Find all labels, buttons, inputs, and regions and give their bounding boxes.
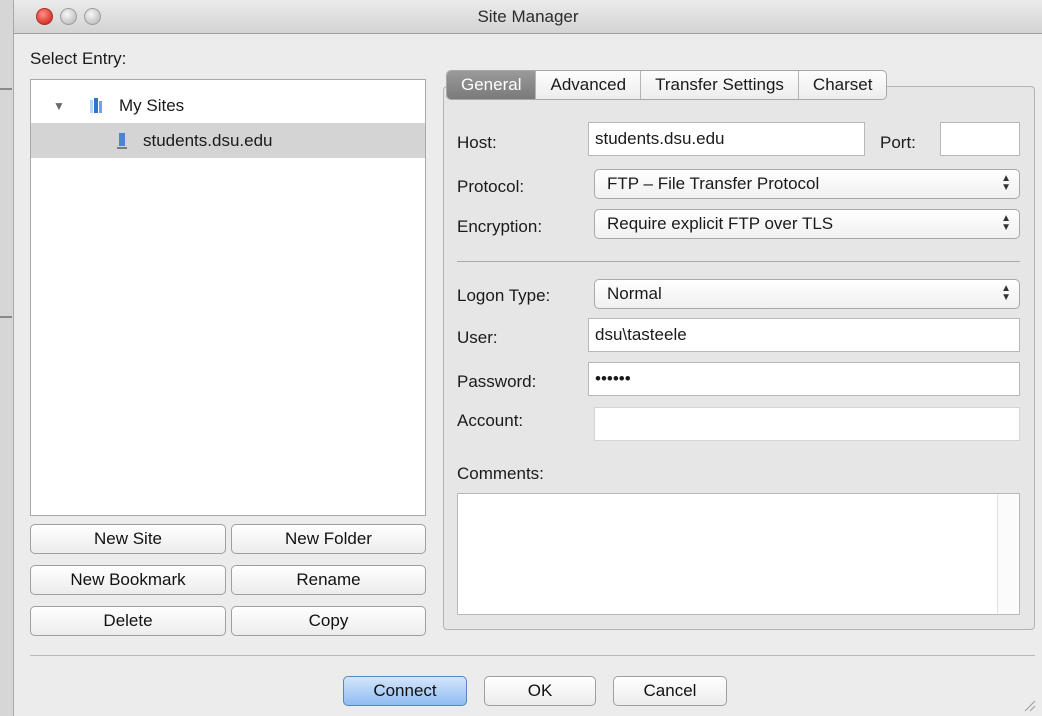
select-entry-label: Select Entry:	[30, 49, 127, 68]
edge-mark	[0, 316, 12, 318]
new-folder-button[interactable]: New Folder	[231, 524, 426, 554]
tab-general[interactable]: General	[447, 71, 537, 99]
disclosure-triangle-icon[interactable]: ▼	[53, 99, 65, 113]
tree-item-site[interactable]: students.dsu.edu	[31, 123, 425, 158]
footer-divider	[30, 655, 1035, 656]
account-label: Account:	[457, 411, 524, 430]
host-field[interactable]: students.dsu.edu	[588, 122, 865, 156]
copy-button[interactable]: Copy	[231, 606, 426, 636]
encryption-label: Encryption:	[457, 217, 543, 236]
tree-item-label: students.dsu.edu	[143, 130, 273, 150]
sites-folder-icon	[90, 97, 102, 113]
logon-type-select[interactable]: Normal ▲ ▼	[594, 279, 1020, 309]
comments-label: Comments:	[457, 464, 544, 483]
tab-bar: General Advanced Transfer Settings Chars…	[446, 70, 888, 100]
protocol-value: FTP – File Transfer Protocol	[607, 174, 820, 193]
comments-textarea[interactable]	[457, 493, 1020, 615]
select-arrows-icon: ▲ ▼	[1001, 283, 1011, 303]
edge-mark	[0, 88, 12, 90]
protocol-select[interactable]: FTP – File Transfer Protocol ▲ ▼	[594, 169, 1020, 199]
background-window-edge	[0, 0, 14, 716]
protocol-label: Protocol:	[457, 177, 525, 196]
logon-type-label: Logon Type:	[457, 286, 551, 305]
host-label: Host:	[457, 133, 497, 152]
password-label: Password:	[457, 372, 537, 391]
title-bar[interactable]: Site Manager	[14, 0, 1042, 34]
port-label: Port:	[880, 133, 916, 152]
user-field[interactable]: dsu\tasteele	[588, 318, 1020, 352]
site-icon	[117, 132, 127, 149]
user-label: User:	[457, 328, 498, 347]
delete-button[interactable]: Delete	[30, 606, 226, 636]
logon-type-value: Normal	[607, 284, 662, 303]
port-field[interactable]	[940, 122, 1020, 156]
encryption-select[interactable]: Require explicit FTP over TLS ▲ ▼	[594, 209, 1020, 239]
encryption-value: Require explicit FTP over TLS	[607, 214, 834, 233]
tab-charset[interactable]: Charset	[799, 71, 887, 99]
select-arrows-icon: ▲ ▼	[1001, 173, 1011, 193]
tree-root-label: My Sites	[119, 95, 185, 115]
account-field[interactable]	[594, 407, 1020, 441]
select-arrows-icon: ▲ ▼	[1001, 213, 1011, 233]
cancel-button[interactable]: Cancel	[613, 676, 727, 706]
resize-grip-icon[interactable]	[1022, 698, 1036, 712]
rename-button[interactable]: Rename	[231, 565, 426, 595]
window-title: Site Manager	[477, 7, 579, 26]
site-tree[interactable]: ▼ My Sites students.dsu.edu	[30, 79, 426, 516]
password-field[interactable]: ••••••	[588, 362, 1020, 396]
new-site-button[interactable]: New Site	[30, 524, 226, 554]
tab-advanced[interactable]: Advanced	[536, 71, 642, 99]
tree-folder-my-sites[interactable]: ▼ My Sites	[31, 88, 425, 123]
section-divider	[457, 261, 1020, 262]
tab-transfer-settings[interactable]: Transfer Settings	[641, 71, 799, 99]
ok-button[interactable]: OK	[484, 676, 596, 706]
new-bookmark-button[interactable]: New Bookmark	[30, 565, 226, 595]
connect-button[interactable]: Connect	[343, 676, 467, 706]
comments-scrollbar[interactable]	[997, 494, 1019, 614]
